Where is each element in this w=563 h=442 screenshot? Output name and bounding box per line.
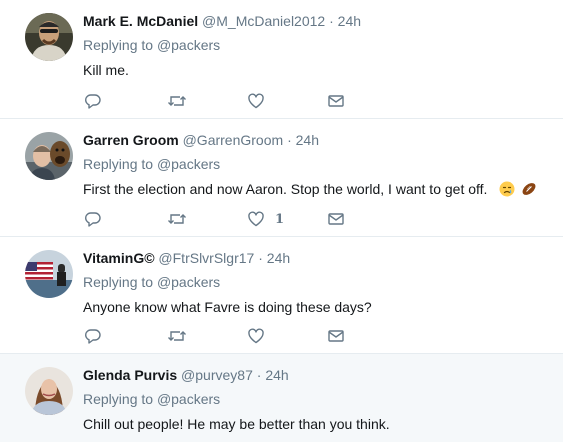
user-handle[interactable]: @FtrSlvrSlgr17 [158, 250, 254, 266]
reply-button[interactable] [84, 210, 167, 228]
tweet-item[interactable]: VitaminG© @FtrSlvrSlgr17 · 24h Replying … [0, 237, 563, 354]
tweet-item[interactable]: Garren Groom @GarrenGroom · 24h Replying… [0, 119, 563, 237]
separator-dot: · [329, 13, 334, 29]
crying-face-emoji [499, 181, 515, 197]
tweet-actions: 1 [84, 210, 345, 228]
mention-link[interactable]: @packers [157, 37, 220, 53]
reply-button[interactable] [84, 92, 167, 110]
tweet-content: Garren Groom @GarrenGroom · 24h Replying… [83, 131, 553, 198]
like-button[interactable] [247, 327, 327, 345]
mention-link[interactable]: @packers [157, 391, 220, 407]
display-name[interactable]: VitaminG© [83, 250, 155, 266]
timestamp[interactable]: 24h [338, 13, 361, 29]
avatar[interactable] [25, 132, 73, 180]
mention-link[interactable]: @packers [157, 156, 220, 172]
heart-icon [248, 328, 264, 344]
avatar[interactable] [25, 13, 73, 61]
replying-to: Replying to @packers [83, 36, 553, 54]
retweet-button[interactable] [167, 327, 247, 345]
tweet-item[interactable]: Glenda Purvis @purvey87 · 24h Replying t… [0, 354, 563, 442]
tweet-text-body: First the election and now Aaron. Stop t… [83, 181, 488, 197]
replying-to: Replying to @packers [83, 273, 553, 291]
retweet-icon [168, 96, 186, 106]
reply-feed: Mark E. McDaniel @M_McDaniel2012 · 24h R… [0, 0, 563, 442]
separator-dot: · [287, 132, 292, 148]
reply-button[interactable] [84, 327, 167, 345]
football-emoji [522, 183, 536, 195]
heart-icon [248, 93, 264, 109]
tweet-header: Glenda Purvis @purvey87 · 24h [83, 366, 553, 384]
separator-dot: · [258, 250, 263, 266]
replying-to: Replying to @packers [83, 155, 553, 173]
timestamp[interactable]: 24h [265, 367, 288, 383]
display-name[interactable]: Glenda Purvis [83, 367, 177, 383]
tweet-text: Chill out people! He may be better than … [83, 416, 390, 432]
timestamp[interactable]: 24h [296, 132, 319, 148]
retweet-button[interactable] [167, 92, 247, 110]
tweet-text: First the election and now Aaron. Stop t… [83, 180, 553, 198]
user-handle[interactable]: @M_McDaniel2012 [202, 13, 325, 29]
separator-dot: · [256, 367, 262, 383]
envelope-icon [328, 213, 344, 225]
tweet-header: VitaminG© @FtrSlvrSlgr17 · 24h [83, 249, 553, 267]
direct-message-button[interactable] [327, 210, 345, 228]
replying-to-label: Replying to [83, 391, 154, 407]
tweet-content: Glenda Purvis @purvey87 · 24h Replying t… [83, 366, 553, 433]
like-button[interactable]: 1 [247, 210, 327, 228]
reply-icon [85, 94, 101, 109]
avatar[interactable] [25, 250, 73, 298]
like-button[interactable] [247, 92, 327, 110]
envelope-icon [328, 330, 344, 342]
tweet-text: Kill me. [83, 62, 129, 78]
display-name[interactable]: Garren Groom [83, 132, 179, 148]
tweet-header: Garren Groom @GarrenGroom · 24h [83, 131, 553, 149]
reply-icon [85, 329, 101, 344]
tweet-content: Mark E. McDaniel @M_McDaniel2012 · 24h R… [83, 12, 553, 79]
tweet-content: VitaminG© @FtrSlvrSlgr17 · 24h Replying … [83, 249, 553, 316]
user-handle[interactable]: @purvey87 [181, 367, 253, 383]
display-name[interactable]: Mark E. McDaniel [83, 13, 198, 29]
replying-to-label: Replying to [83, 156, 154, 172]
retweet-button[interactable] [167, 210, 247, 228]
retweet-icon [168, 331, 186, 341]
replying-to-label: Replying to [83, 37, 154, 53]
mention-link[interactable]: @packers [157, 274, 220, 290]
direct-message-button[interactable] [327, 92, 345, 110]
tweet-item[interactable]: Mark E. McDaniel @M_McDaniel2012 · 24h R… [0, 0, 563, 119]
tweet-actions [84, 327, 345, 345]
heart-icon [248, 211, 264, 227]
envelope-icon [328, 95, 344, 107]
tweet-header: Mark E. McDaniel @M_McDaniel2012 · 24h [83, 12, 553, 30]
direct-message-button[interactable] [327, 327, 345, 345]
user-handle[interactable]: @GarrenGroom [183, 132, 284, 148]
timestamp[interactable]: 24h [267, 250, 290, 266]
replying-to-label: Replying to [83, 274, 154, 290]
tweet-actions [84, 92, 345, 110]
replying-to: Replying to @packers [83, 390, 553, 408]
reply-icon [85, 212, 101, 227]
avatar[interactable] [25, 367, 73, 415]
retweet-icon [168, 214, 186, 224]
tweet-text: Anyone know what Favre is doing these da… [83, 299, 372, 315]
like-count: 1 [275, 211, 285, 227]
